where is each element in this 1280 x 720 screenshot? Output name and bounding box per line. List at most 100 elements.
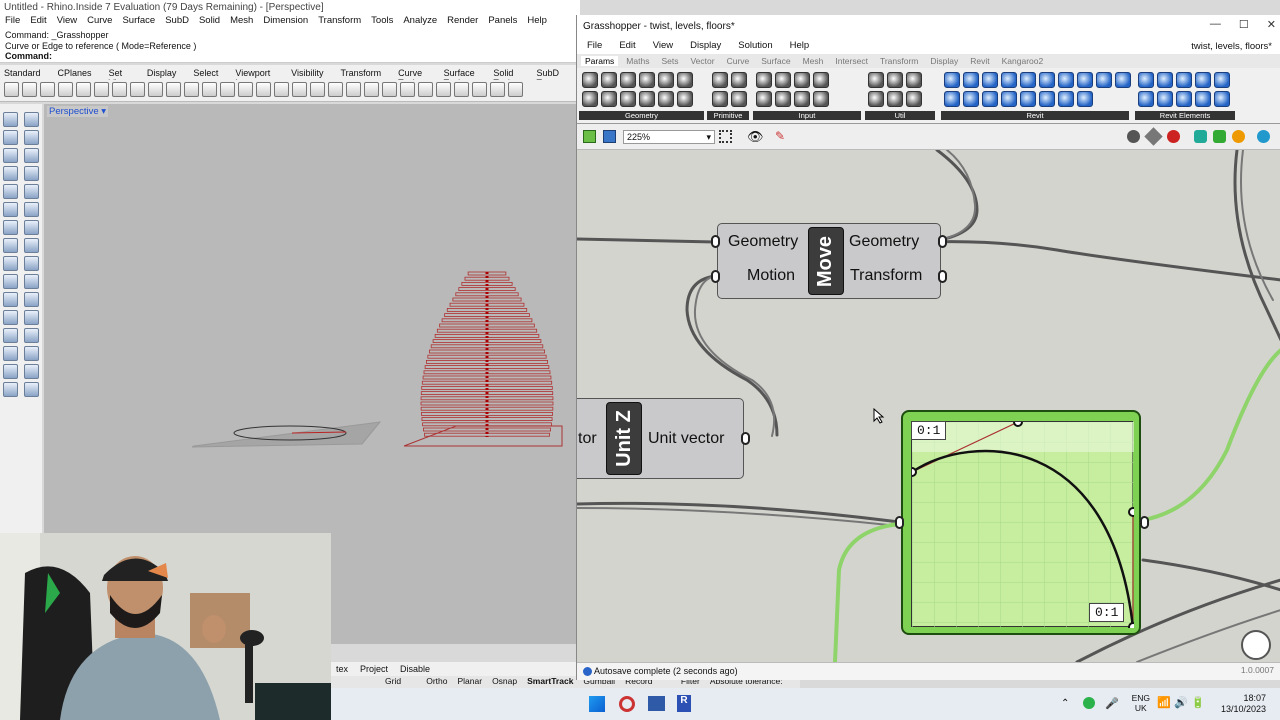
input-grip[interactable] bbox=[711, 235, 720, 248]
polyline-icon[interactable] bbox=[3, 130, 18, 145]
gh-menu-view[interactable]: View bbox=[653, 40, 673, 51]
util-icon[interactable] bbox=[887, 72, 903, 88]
revit-element-icon[interactable] bbox=[1195, 91, 1211, 107]
revit-icon[interactable] bbox=[944, 91, 960, 107]
revit-icon[interactable] bbox=[1115, 72, 1131, 88]
lock-icon[interactable] bbox=[364, 82, 379, 97]
osnap-disable[interactable]: Disable bbox=[400, 664, 430, 674]
move-output-geometry[interactable]: Geometry bbox=[849, 233, 919, 251]
rhino-menu-analyze[interactable]: Analyze bbox=[403, 15, 437, 29]
param-icon[interactable] bbox=[658, 91, 674, 107]
tab-set-view[interactable]: Set View bbox=[109, 68, 130, 88]
rhino-menu-render[interactable]: Render bbox=[447, 15, 478, 29]
gh-tab-revit[interactable]: Revit bbox=[970, 56, 989, 66]
check-icon[interactable] bbox=[24, 364, 39, 379]
primitive-icon[interactable] bbox=[712, 72, 728, 88]
explorer-icon[interactable] bbox=[648, 696, 665, 711]
circle-icon[interactable] bbox=[3, 148, 18, 163]
freeform-icon[interactable] bbox=[24, 184, 39, 199]
save-icon[interactable] bbox=[603, 130, 616, 143]
gh-tab-params[interactable]: Params bbox=[581, 56, 619, 66]
rhino-menu-curve[interactable]: Curve bbox=[87, 15, 112, 29]
analyze-icon[interactable] bbox=[3, 382, 18, 397]
print-icon[interactable] bbox=[58, 82, 73, 97]
tab-transform[interactable]: Transform bbox=[340, 68, 381, 80]
tab-viewport-layout[interactable]: Viewport Layout bbox=[235, 68, 274, 88]
revit-icon[interactable] bbox=[1096, 72, 1112, 88]
revit-icon[interactable] bbox=[1039, 72, 1055, 88]
status-ortho[interactable]: Ortho bbox=[426, 676, 447, 688]
block-icon[interactable] bbox=[3, 364, 18, 379]
input-language[interactable]: ENG UK bbox=[1132, 693, 1150, 713]
input-icon[interactable] bbox=[775, 72, 791, 88]
move-input-geometry[interactable]: Geometry bbox=[728, 233, 798, 251]
graph-handle[interactable] bbox=[907, 467, 917, 477]
rhino-menu-surface[interactable]: Surface bbox=[122, 15, 155, 29]
gh-tab-maths[interactable]: Maths bbox=[626, 56, 649, 66]
rhino-menu-subd[interactable]: SubD bbox=[165, 15, 189, 29]
osnap-vertex[interactable]: tex bbox=[336, 664, 348, 674]
revit-icon[interactable] bbox=[1001, 72, 1017, 88]
param-icon[interactable] bbox=[620, 91, 636, 107]
mic-icon[interactable]: 🎤 bbox=[1105, 697, 1119, 710]
revit-app-icon[interactable]: R bbox=[677, 695, 691, 712]
save-icon[interactable] bbox=[40, 82, 55, 97]
revit-icon[interactable] bbox=[963, 91, 979, 107]
box-icon[interactable] bbox=[3, 220, 18, 235]
rhino-menu-help[interactable]: Help bbox=[527, 15, 547, 29]
rhino-command-area[interactable]: Command: _Grasshopper Curve or Edge to r… bbox=[0, 29, 580, 63]
input-icon[interactable] bbox=[756, 72, 772, 88]
gh-menu-display[interactable]: Display bbox=[690, 40, 721, 51]
gh-document-name[interactable]: twist, levels, floors* bbox=[1191, 41, 1272, 52]
gh-tab-intersect[interactable]: Intersect bbox=[835, 56, 868, 66]
light-icon[interactable] bbox=[346, 82, 361, 97]
group-icon[interactable] bbox=[24, 310, 39, 325]
revit-icon[interactable] bbox=[1077, 72, 1093, 88]
undo-icon[interactable] bbox=[148, 82, 163, 97]
tab-solid-tools[interactable]: Solid Tools bbox=[493, 68, 519, 88]
gh-tab-surface[interactable]: Surface bbox=[761, 56, 790, 66]
move-input-motion[interactable]: Motion bbox=[747, 267, 795, 285]
tab-visibility[interactable]: Visibility bbox=[291, 68, 323, 80]
param-icon[interactable] bbox=[677, 72, 693, 88]
rotate-view-icon[interactable] bbox=[184, 82, 199, 97]
param-icon[interactable] bbox=[620, 72, 636, 88]
tab-subd-tools[interactable]: SubD To bbox=[536, 68, 559, 88]
rhino-menu-transform[interactable]: Transform bbox=[318, 15, 361, 29]
preview-mode-icon[interactable] bbox=[1144, 127, 1163, 146]
tab-standard[interactable]: Standard bbox=[4, 68, 41, 80]
output-grip[interactable] bbox=[1140, 516, 1149, 529]
tab-select[interactable]: Select bbox=[193, 68, 218, 80]
copy-icon[interactable] bbox=[112, 82, 127, 97]
gh-menu-help[interactable]: Help bbox=[790, 40, 810, 51]
cut-icon[interactable] bbox=[94, 82, 109, 97]
param-icon[interactable] bbox=[658, 72, 674, 88]
move-output-transform[interactable]: Transform bbox=[850, 267, 922, 285]
open-file-icon[interactable] bbox=[22, 82, 37, 97]
osnap-project[interactable]: Project bbox=[360, 664, 388, 674]
util-icon[interactable] bbox=[906, 72, 922, 88]
polygon-icon[interactable] bbox=[24, 166, 39, 181]
options-icon[interactable] bbox=[472, 82, 487, 97]
zoom-selector[interactable]: 225% ▾ bbox=[623, 130, 715, 144]
status-grid-snap[interactable]: Grid Snap bbox=[385, 676, 416, 696]
curve-icon[interactable] bbox=[24, 130, 39, 145]
shaded-icon[interactable] bbox=[418, 82, 433, 97]
rectangle-icon[interactable] bbox=[3, 166, 18, 181]
param-icon[interactable] bbox=[677, 91, 693, 107]
explode-icon[interactable] bbox=[24, 274, 39, 289]
new-file-icon[interactable] bbox=[4, 82, 19, 97]
import-icon[interactable] bbox=[76, 82, 91, 97]
revit-element-icon[interactable] bbox=[1157, 91, 1173, 107]
volume-icon[interactable]: 🔊 bbox=[1174, 696, 1188, 709]
revit-icon[interactable] bbox=[1058, 72, 1074, 88]
select-icon[interactable] bbox=[310, 82, 325, 97]
revit-element-icon[interactable] bbox=[1195, 72, 1211, 88]
surface-icon[interactable] bbox=[3, 202, 18, 217]
output-grip[interactable] bbox=[938, 235, 947, 248]
util-icon[interactable] bbox=[868, 72, 884, 88]
color-wheel-icon[interactable] bbox=[382, 82, 397, 97]
select-arrow-icon[interactable] bbox=[3, 112, 18, 127]
zoom-icon[interactable] bbox=[202, 82, 217, 97]
ellipse-icon[interactable] bbox=[3, 184, 18, 199]
